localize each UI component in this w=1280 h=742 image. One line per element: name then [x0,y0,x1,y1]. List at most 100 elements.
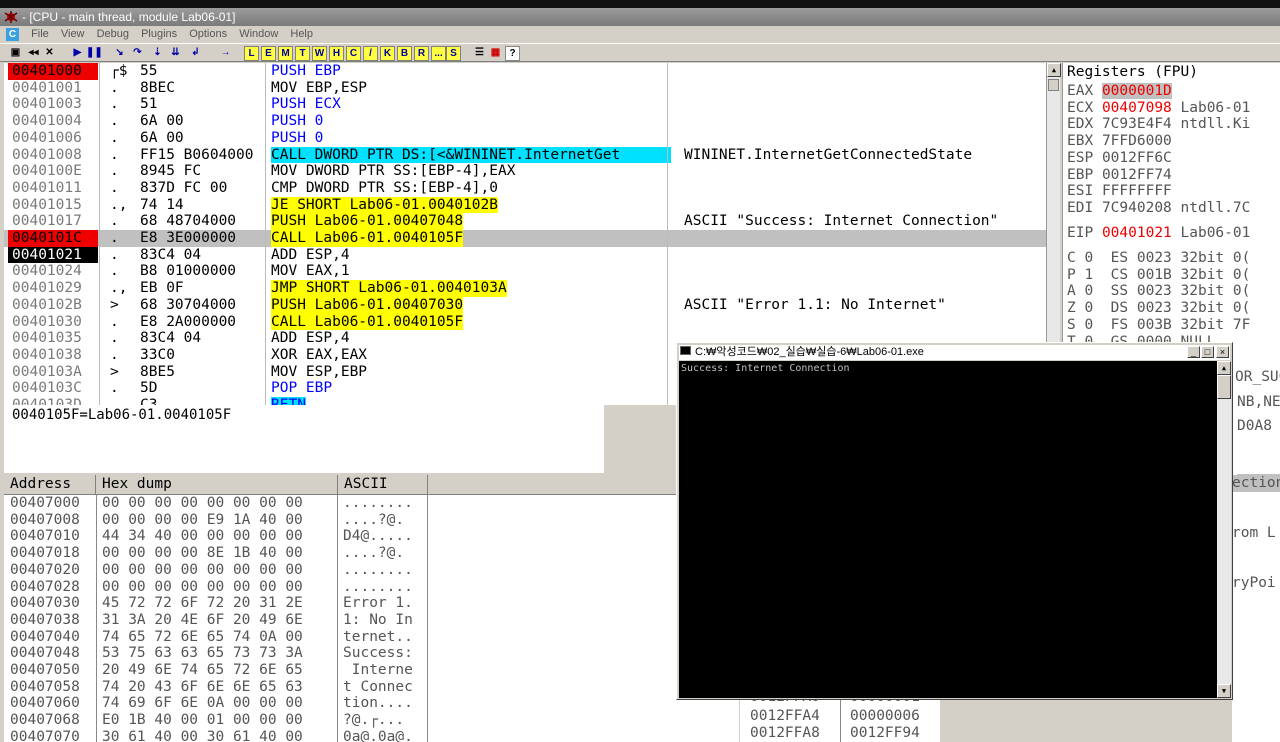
register-ecx[interactable]: ECX 00407098 Lab06-01 [1067,100,1250,117]
disasm-row-selected[interactable]: 0040101C. E8 3E000000 CALL Lab06-01.004010… [4,230,1049,247]
dump-column-divider [427,495,428,742]
list-icon[interactable]: ☰ [472,46,487,61]
open-icon[interactable]: ▣ [8,46,23,61]
flag-row[interactable]: P 1 CS 001B 32bit 0( [1067,267,1250,284]
patches-button[interactable]: / [363,46,378,61]
menu-plugins[interactable]: Plugins [141,26,177,43]
source-button[interactable]: S [446,46,461,61]
help-icon[interactable]: ? [505,46,520,61]
dump-column-divider [337,495,338,742]
console-title: C:₩악성코드₩02_실습₩실습-6₩Lab06-01.exe [679,345,1230,360]
register-eax[interactable]: EAX 0000001D [1067,83,1172,100]
register-esp[interactable]: ESP 0012FF6C [1067,150,1172,167]
maximize-button[interactable]: □ [1201,346,1214,358]
register-partial-text: rom L [1232,525,1276,541]
menu-file[interactable]: File [31,26,49,43]
pause-icon[interactable]: ❚❚ [86,46,103,61]
trace-into-icon[interactable]: ⇣ [150,46,165,61]
dump-header-ascii[interactable]: ASCII [338,475,428,494]
colors-icon[interactable]: ▦ [488,46,503,61]
memory-map-button[interactable]: M [278,46,293,61]
register-partial-text: ryPoi [1232,575,1276,591]
run-icon[interactable]: ▶ [70,46,85,61]
column-divider[interactable] [667,63,668,405]
disasm-row[interactable]: 00401029., EB 0F JMP SHORT Lab06-01.004010… [4,280,1049,297]
register-ebx[interactable]: EBX 7FFD6000 [1067,133,1172,150]
flag-row[interactable]: Z 0 DS 0023 32bit 0( [1067,300,1250,317]
step-into-icon[interactable]: ↘ [112,46,127,61]
register-eip[interactable]: EIP 00401021 Lab06-01 [1067,225,1250,242]
register-partial-text: ection [1232,475,1280,492]
scroll-thumb[interactable] [1048,79,1059,91]
register-ebp[interactable]: EBP 0012FF74 [1067,167,1172,184]
scroll-up-icon[interactable]: ▲ [1217,361,1231,375]
info-pane: 0040105F=Lab06-01.0040105F [4,405,604,473]
dump-header-address[interactable]: Address [4,475,96,494]
disasm-row-current-eip[interactable]: 00401021. 83C4 04 ADD ESP,4 [4,246,1049,264]
console-window[interactable]: C:₩악성코드₩02_실습₩실습-6₩Lab06-01.exe _ □ × Su… [676,342,1233,700]
window-title: - [CPU - main thread, module Lab06-01] [0,8,1280,26]
column-divider[interactable] [265,63,266,405]
disasm-row[interactable]: 00401008. FF15 B0604000 CALL DWORD PTR DS:… [4,146,1049,164]
flag-row[interactable]: C 0 ES 0023 32bit 0( [1067,250,1250,267]
dump-header-hex[interactable]: Hex dump [96,475,338,494]
register-overflow-pane: ection rom L ryPoi [1232,475,1280,742]
disasm-row[interactable]: 00401006. 6A 00 PUSH 0 [4,130,1049,147]
disasm-row[interactable]: 0040100E. 8945 FC MOV DWORD PTR SS:[EBP-4]… [4,163,1049,180]
register-partial-text: OR_SUC [1235,369,1280,385]
goto-icon[interactable]: → [218,46,233,61]
menu-help[interactable]: Help [290,26,313,43]
step-over-icon[interactable]: ↷ [130,46,145,61]
windows-button[interactable]: W [312,46,327,61]
register-partial-text: NB,NE [1237,394,1280,410]
toolbar: ▣ ◂◂ ✕ ▶ ❚❚ ↘ ↷ ⇣ ⇊ ↲ → L E M T W H C / … [0,43,1280,62]
scroll-thumb[interactable] [1217,375,1231,399]
menu-options[interactable]: Options [189,26,227,43]
disasm-row[interactable]: 00401030. E8 2A000000 CALL Lab06-01.004010… [4,313,1049,331]
cpu-button[interactable]: C [346,46,361,61]
disasm-row[interactable]: 00401004. 6A 00 PUSH 0 [4,113,1049,130]
register-partial-text: D0A8 [1237,418,1272,434]
column-divider[interactable] [99,63,100,405]
register-edx[interactable]: EDX 7C93E4F4 ntdll.Ki [1067,116,1250,133]
system-menu-icon[interactable]: C [6,27,19,41]
register-edi[interactable]: EDI 7C940208 ntdll.7C [1067,200,1250,217]
disasm-row[interactable]: 0040102B >68 30704000 PUSH Lab06-01.004070… [4,296,1049,314]
execute-till-return-icon[interactable]: ↲ [188,46,203,61]
registers-title: Registers (FPU) [1067,64,1198,80]
hex-dump-pane[interactable]: 00407000 00 00 00 00 00 00 00 00........ … [4,495,739,742]
ollydbg-bug-icon [4,11,18,23]
scroll-up-icon[interactable]: ▲ [1047,63,1061,77]
disasm-row[interactable]: 00401011. 837D FC 00 CMP DWORD PTR SS:[EBP… [4,180,1049,197]
minimize-button[interactable]: _ [1187,346,1200,358]
disasm-row[interactable]: 00401015., 74 14 JE SHORT Lab06-01.0040102… [4,196,1049,214]
menu-debug[interactable]: Debug [97,26,129,43]
console-output[interactable]: Success: Internet Connection [679,361,1217,698]
disasm-row[interactable]: 00401001. 8BEC MOV EBP,ESP [4,80,1049,97]
log-window-button[interactable]: L [244,46,259,61]
dump-column-divider [96,495,97,742]
console-scrollbar[interactable]: ▲ ▼ [1217,361,1231,698]
stack-pane[interactable]: 0012FFA000000001 0012FFA400000006 0012FF… [740,689,940,742]
menu-view[interactable]: View [61,26,85,43]
handles-button[interactable]: H [329,46,344,61]
disasm-row[interactable]: 00401017. 68 48704000 PUSH Lab06-01.004070… [4,213,1049,230]
trace-over-icon[interactable]: ⇊ [168,46,183,61]
references-button[interactable]: R [414,46,429,61]
scroll-down-icon[interactable]: ▼ [1217,684,1231,698]
call-stack-button[interactable]: K [380,46,395,61]
register-esi[interactable]: ESI FFFFFFFF [1067,183,1172,200]
executable-modules-button[interactable]: E [261,46,276,61]
breakpoints-button[interactable]: B [397,46,412,61]
flag-row[interactable]: A 0 SS 0023 32bit 0( [1067,283,1250,300]
close-icon[interactable]: ✕ [42,46,57,61]
run-trace-button[interactable]: ... [431,46,446,61]
menu-window[interactable]: Window [239,26,278,43]
restart-icon[interactable]: ◂◂ [26,46,41,61]
disasm-row[interactable]: 00401003. 51 PUSH ECX [4,96,1049,113]
flag-row[interactable]: S 0 FS 003B 32bit 7F [1067,317,1250,334]
close-button[interactable]: × [1216,346,1229,358]
disasm-row[interactable]: 00401024. B8 01000000 MOV EAX,1 [4,263,1049,280]
threads-button[interactable]: T [295,46,310,61]
disasm-row[interactable]: 00401000 ┌$ 55 PUSH EBP [4,63,1049,80]
